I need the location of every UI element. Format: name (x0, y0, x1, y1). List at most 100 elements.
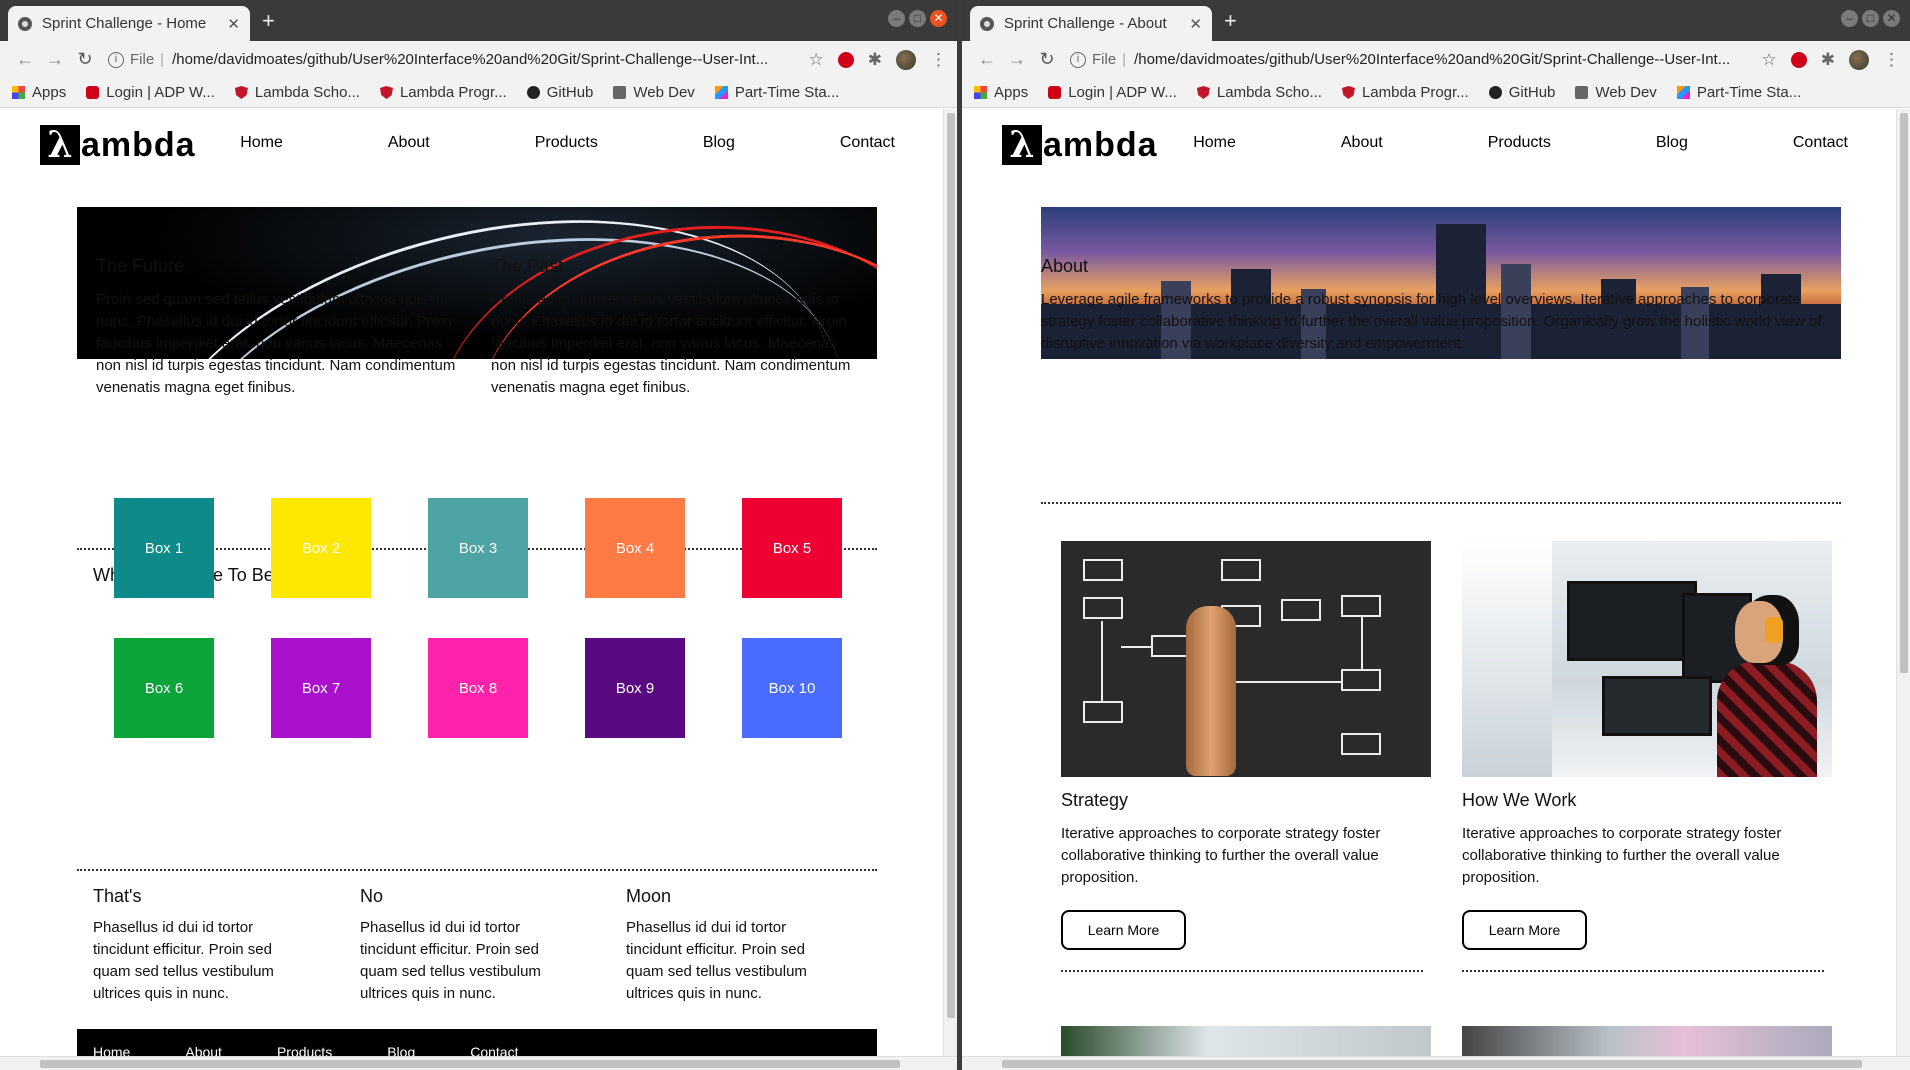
new-tab-button[interactable]: + (1224, 8, 1237, 34)
maximize-icon[interactable]: □ (1862, 10, 1879, 27)
forward-icon[interactable]: → (40, 49, 70, 70)
color-box-4: Box 4 (585, 498, 685, 598)
color-box-8: Box 8 (428, 638, 528, 738)
bookmark-lambda-program[interactable]: Lambda Progr... (1341, 84, 1469, 101)
column-text: Phasellus id dui id tortor tincidunt eff… (626, 919, 807, 1002)
card-title: Strategy (1061, 790, 1129, 810)
lambda-logo[interactable]: λ ambda (1002, 125, 1158, 165)
adp-icon (86, 86, 100, 99)
pointing-hand (1186, 606, 1236, 776)
bookmark-github[interactable]: GitHub (1488, 84, 1555, 101)
bookmark-lambda-program[interactable]: Lambda Progr... (379, 84, 507, 101)
future-title: The Future (96, 256, 185, 276)
nav-about[interactable]: About (1341, 134, 1383, 152)
close-window-icon[interactable]: ✕ (930, 10, 947, 27)
scrollbar-thumb[interactable] (1900, 113, 1908, 673)
nav-contact[interactable]: Contact (1793, 134, 1848, 152)
new-tab-button[interactable]: + (262, 8, 275, 34)
menu-icon[interactable]: ⋮ (930, 50, 947, 70)
tab-home[interactable]: Sprint Challenge - Home ✕ (8, 6, 250, 41)
nav-contact[interactable]: Contact (840, 134, 895, 152)
bookmark-apps[interactable]: Apps (12, 84, 66, 101)
profile-avatar[interactable] (896, 49, 916, 70)
footer-link-contact[interactable]: Contact (470, 1044, 518, 1060)
bookmark-adp[interactable]: Login | ADP W... (86, 84, 215, 101)
info-icon[interactable]: i (1070, 51, 1086, 68)
column-title: Moon (626, 886, 672, 906)
bookmark-lambda-school[interactable]: Lambda Scho... (234, 84, 360, 101)
minimize-icon[interactable]: – (888, 10, 905, 27)
learn-more-button[interactable]: Learn More (1462, 910, 1587, 950)
nav-home[interactable]: Home (1193, 134, 1236, 152)
learn-more-button[interactable]: Learn More (1061, 910, 1186, 950)
divider (1061, 970, 1423, 972)
nav-blog[interactable]: Blog (703, 134, 735, 152)
back-icon[interactable]: ← (10, 49, 40, 70)
star-icon[interactable]: ☆ (809, 50, 824, 70)
shield-icon (1341, 86, 1355, 99)
close-window-icon[interactable]: ✕ (1883, 10, 1900, 27)
shield-icon (1196, 86, 1210, 99)
logo-lambda-mark: λ (1002, 125, 1042, 165)
vertical-scrollbar[interactable] (1896, 109, 1910, 1056)
minimize-icon[interactable]: – (1841, 10, 1858, 27)
extension-red-icon[interactable] (1790, 51, 1807, 68)
multicolor-icon (714, 86, 728, 99)
page-viewport[interactable]: λ ambda Home About Products Blog Contact… (0, 109, 957, 1070)
bookmark-web-dev[interactable]: Web Dev (1575, 84, 1657, 101)
close-tab-icon[interactable]: ✕ (1189, 15, 1202, 33)
footer-link-blog[interactable]: Blog (387, 1044, 415, 1060)
extension-red-icon[interactable] (837, 51, 854, 68)
close-tab-icon[interactable]: ✕ (227, 15, 240, 33)
address-bar[interactable]: i File | /home/davidmoates/github/User%2… (1070, 51, 1754, 68)
star-icon[interactable]: ☆ (1762, 50, 1777, 70)
tab-about[interactable]: Sprint Challenge - About ✕ (970, 6, 1212, 41)
profile-avatar[interactable] (1849, 49, 1869, 70)
footer-link-about[interactable]: About (185, 1044, 222, 1060)
tab-title: Sprint Challenge - About (1004, 15, 1167, 32)
multicolor-icon (1676, 86, 1690, 99)
nav-about[interactable]: About (388, 134, 430, 152)
site-header: λ ambda Home About Products Blog Contact (40, 125, 917, 165)
extensions: ☆ ✱ ⋮ (809, 49, 947, 70)
bookmarks-bar: Apps Login | ADP W... Lambda Scho... Lam… (962, 78, 1910, 108)
vertical-scrollbar[interactable] (943, 109, 957, 1056)
page-viewport[interactable]: λ ambda Home About Products Blog Contact (962, 109, 1910, 1070)
card-how-we-work: How We Work Iterative approaches to corp… (1462, 790, 1832, 889)
bookmark-adp[interactable]: Login | ADP W... (1048, 84, 1177, 101)
url-text[interactable]: /home/davidmoates/github/User%20Interfac… (172, 51, 768, 68)
bookmark-part-time[interactable]: Part-Time Sta... (714, 84, 839, 101)
logo-wordmark: ambda (81, 125, 196, 164)
bookmark-lambda-school[interactable]: Lambda Scho... (1196, 84, 1322, 101)
lambda-logo[interactable]: λ ambda (40, 125, 196, 165)
bug-icon[interactable]: ✱ (1821, 50, 1835, 70)
horizontal-scrollbar[interactable] (0, 1056, 957, 1070)
scrollbar-thumb[interactable] (947, 113, 955, 1018)
back-icon[interactable]: ← (972, 49, 1002, 70)
nav-products[interactable]: Products (535, 134, 598, 152)
footer-link-products[interactable]: Products (277, 1044, 332, 1060)
footer-link-home[interactable]: Home (93, 1044, 130, 1060)
separator: | (1122, 51, 1127, 68)
reload-icon[interactable]: ↻ (1032, 49, 1062, 70)
menu-icon[interactable]: ⋮ (1883, 50, 1900, 70)
scrollbar-thumb[interactable] (40, 1060, 900, 1068)
bookmark-part-time[interactable]: Part-Time Sta... (1676, 84, 1801, 101)
scrollbar-thumb[interactable] (1002, 1060, 1862, 1068)
bookmark-web-dev[interactable]: Web Dev (613, 84, 695, 101)
maximize-icon[interactable]: □ (909, 10, 926, 27)
bug-icon[interactable]: ✱ (868, 50, 882, 70)
nav-products[interactable]: Products (1488, 134, 1551, 152)
url-text[interactable]: /home/davidmoates/github/User%20Interfac… (1134, 51, 1730, 68)
info-icon[interactable]: i (108, 51, 124, 68)
globe-icon (980, 16, 994, 31)
reload-icon[interactable]: ↻ (70, 49, 100, 70)
horizontal-scrollbar[interactable] (962, 1056, 1910, 1070)
nav-blog[interactable]: Blog (1656, 134, 1688, 152)
column-title: That's (93, 886, 142, 906)
bookmark-github[interactable]: GitHub (526, 84, 593, 101)
address-bar[interactable]: i File | /home/davidmoates/github/User%2… (108, 51, 801, 68)
forward-icon[interactable]: → (1002, 49, 1032, 70)
nav-home[interactable]: Home (240, 134, 283, 152)
bookmark-apps[interactable]: Apps (974, 84, 1028, 101)
